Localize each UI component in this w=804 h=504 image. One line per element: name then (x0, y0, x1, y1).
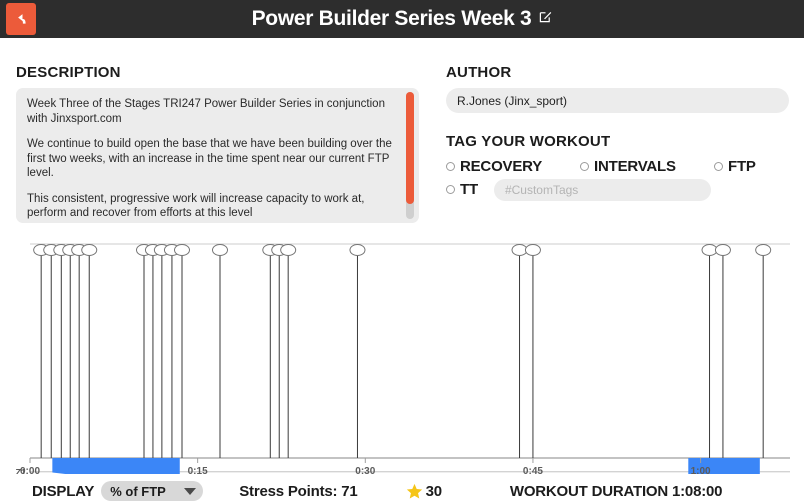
display-select-value: % of FTP (110, 483, 166, 499)
display-label: DISPLAY (32, 482, 95, 500)
radio-icon[interactable] (714, 162, 723, 171)
tag-option-intervals[interactable]: INTERVALS (580, 158, 714, 175)
app-header: Power Builder Series Week 3 (0, 0, 804, 38)
description-paragraph: This consistent, progressive work will i… (27, 192, 365, 220)
tag-label: FTP (728, 158, 756, 175)
tag-row-primary: RECOVERY INTERVALS FTP (446, 155, 789, 178)
edit-title-button[interactable] (539, 10, 552, 23)
x-axis-label: 0:45 (523, 466, 543, 474)
chart-segment-ramp[interactable] (52, 458, 180, 474)
interval-marker-handle[interactable] (349, 244, 366, 256)
description-textarea[interactable]: Week Three of the Stages TRI247 Power Bu… (16, 88, 419, 223)
duration-label: WORKOUT DURATION 1:08:00 (509, 482, 723, 500)
description-paragraph: We continue to build open the base that … (27, 138, 392, 179)
display-control: DISPLAY % of FTP (32, 481, 204, 501)
interval-marker-handle[interactable] (524, 244, 541, 256)
workout-profile-chart[interactable]: Z1Z2Z3Z4Z5Z60:000:150:300:451:00 (0, 236, 804, 474)
x-axis-label: 0:15 (188, 466, 208, 474)
description-scrollbar-thumb[interactable] (406, 92, 414, 204)
workout-duration: WORKOUT DURATION 1:08:00 (509, 482, 723, 500)
tag-label: TT (460, 181, 478, 198)
description-scrollbar[interactable] (406, 92, 414, 219)
description-label: DESCRIPTION (16, 64, 121, 81)
difficulty-rating: 30 (406, 483, 442, 500)
tag-option-ftp[interactable]: FTP (714, 158, 756, 175)
chevron-down-icon (184, 487, 197, 495)
star-value: 30 (425, 482, 443, 500)
author-input[interactable]: R.Jones (Jinx_sport) (446, 88, 789, 113)
interval-marker-handle[interactable] (701, 244, 718, 256)
description-section: DESCRIPTION Week Three of the Stages TRI… (16, 64, 419, 223)
x-axis-label: 0:00 (20, 466, 40, 474)
tag-option-tt[interactable]: TT (446, 181, 478, 198)
interval-markers (33, 244, 772, 458)
tag-label: RECOVERY (460, 158, 543, 175)
display-select[interactable]: % of FTP (101, 481, 204, 501)
author-section: AUTHOR R.Jones (Jinx_sport) (446, 64, 789, 113)
tag-label: INTERVALS (594, 158, 676, 175)
description-paragraph: Week Three of the Stages TRI247 Power Bu… (27, 98, 385, 125)
interval-marker-handle[interactable] (714, 244, 731, 256)
tags-label: TAG YOUR WORKOUT (446, 133, 611, 150)
tag-options: RECOVERY INTERVALS FTP TT #CustomTags (446, 155, 789, 201)
interval-marker-handle[interactable] (212, 244, 228, 256)
custom-tags-input[interactable]: #CustomTags (493, 178, 711, 201)
x-axis-label: 0:30 (355, 466, 375, 474)
radio-icon[interactable] (446, 162, 455, 171)
footer-toolbar: DISPLAY % of FTP Stress Points: 71 30 WO… (0, 478, 804, 504)
author-label: AUTHOR (446, 64, 512, 81)
radio-icon[interactable] (580, 162, 589, 171)
star-icon (406, 483, 423, 500)
interval-marker-handle[interactable] (81, 244, 98, 256)
interval-marker-handle[interactable] (755, 244, 772, 256)
radio-icon[interactable] (446, 185, 455, 194)
interval-marker-handle[interactable] (280, 244, 297, 256)
detail-panels: DESCRIPTION Week Three of the Stages TRI… (0, 38, 804, 236)
workout-editor-screen: Power Builder Series Week 3 DESCRIPTION … (0, 0, 804, 504)
interval-marker-handle[interactable] (174, 244, 190, 256)
tag-row-secondary: TT #CustomTags (446, 178, 789, 201)
tag-option-recovery[interactable]: RECOVERY (446, 158, 580, 175)
back-arrow-icon (18, 14, 26, 24)
stress-points-label: Stress Points: 71 (239, 482, 358, 500)
tags-section: TAG YOUR WORKOUT RECOVERY INTERVALS FTP (446, 133, 789, 201)
interval-marker-handle[interactable] (511, 244, 528, 256)
edit-pencil-icon (540, 11, 552, 22)
stress-points: Stress Points: 71 (239, 482, 358, 500)
page-title: Power Builder Series Week 3 (251, 7, 532, 30)
back-button[interactable] (6, 3, 36, 35)
x-axis-label: 1:00 (691, 466, 711, 474)
